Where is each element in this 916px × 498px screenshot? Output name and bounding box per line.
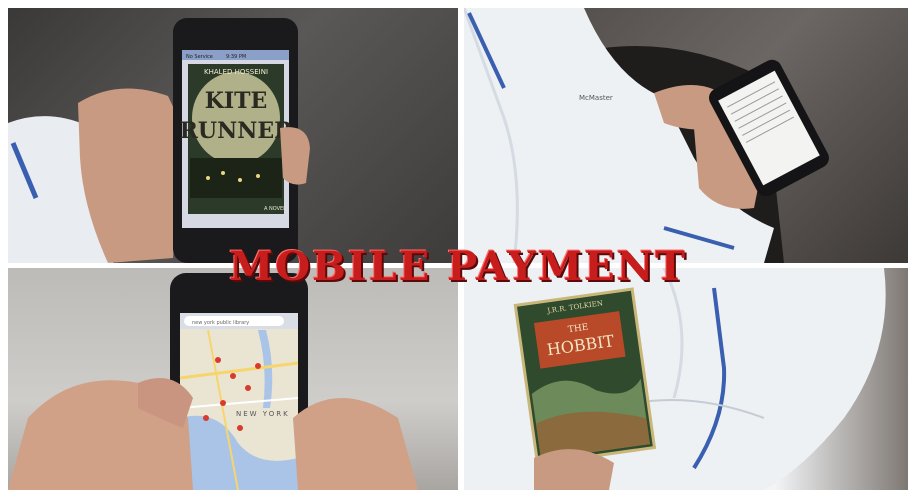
map-pin[interactable] [230, 373, 236, 379]
map-pin[interactable] [245, 385, 251, 391]
map-pin[interactable] [255, 363, 261, 369]
book-author: KHALED HOSSEINI [204, 68, 268, 76]
book-title-line2: RUNNER [180, 118, 293, 144]
map-pin[interactable] [237, 425, 243, 431]
jacket-brand: McMaster [579, 94, 613, 102]
map-pin[interactable] [220, 400, 226, 406]
map-pin[interactable] [203, 415, 209, 421]
map-pin[interactable] [215, 357, 221, 363]
photo-ebook-phone: No Service 9:39 PM KHALED HOSSEINI KITE … [8, 8, 458, 263]
photo-hobbit-book: J.R.R. TOLKIEN THE HOBBIT [464, 268, 908, 490]
map-search-text: new york public library [192, 320, 249, 326]
status-carrier: No Service [186, 54, 213, 60]
photo-map-phone: new york public library NEW YORK [8, 268, 458, 490]
book-footer: A NOVEL [264, 206, 286, 212]
cover-city-lights [190, 158, 282, 198]
status-time: 9:39 PM [226, 54, 246, 60]
ebook-scene: No Service 9:39 PM KHALED HOSSEINI KITE … [8, 18, 310, 263]
map-city-label: NEW YORK [236, 410, 290, 418]
map-hand-right [293, 398, 418, 490]
photo-reader-jacket: McMaster [464, 8, 908, 263]
map-scene: new york public library NEW YORK [8, 273, 418, 490]
reader-scene: McMaster [464, 8, 829, 263]
hobbit-book: J.R.R. TOLKIEN THE HOBBIT [513, 287, 657, 466]
fingers [280, 127, 310, 185]
book-title-line1: KITE [205, 88, 268, 114]
hobbit-scene: J.R.R. TOLKIEN THE HOBBIT [464, 268, 886, 490]
